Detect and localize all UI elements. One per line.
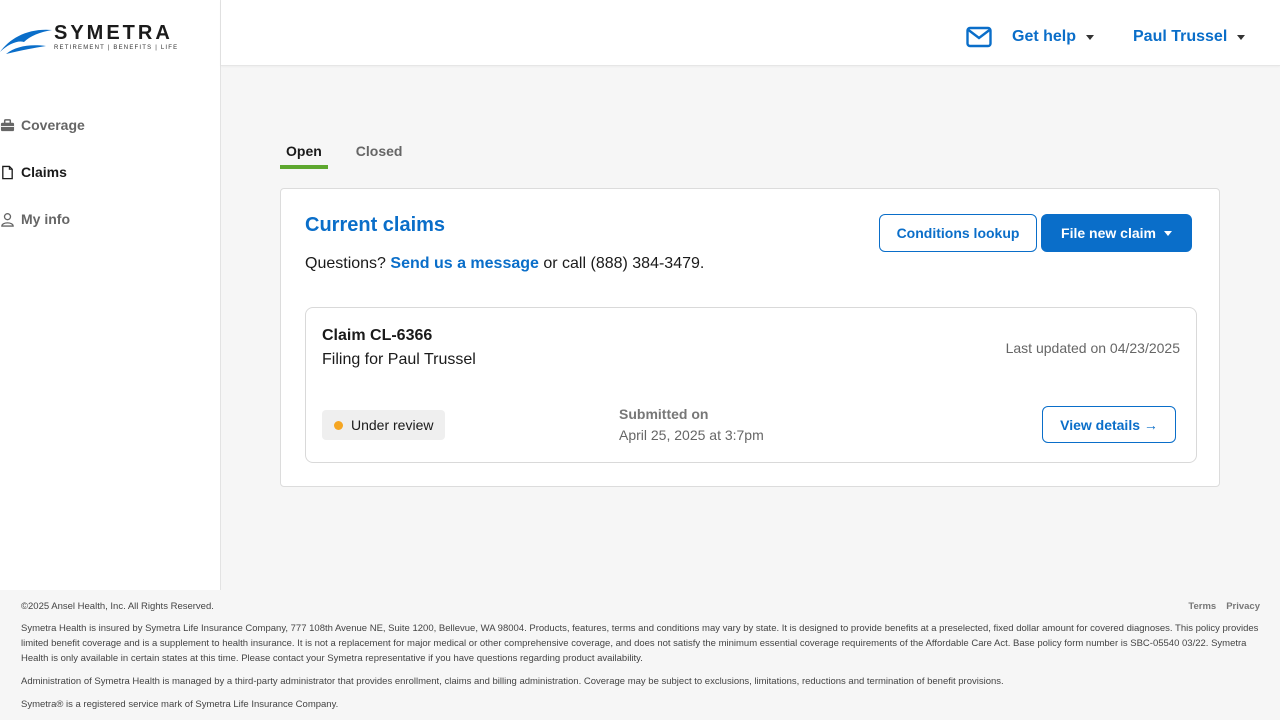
card-title: Current claims <box>305 214 446 236</box>
disclaimer-administration: Administration of Symetra Health is mana… <box>21 676 1004 687</box>
questions-suffix: or call (888) 384-3479. <box>543 255 705 272</box>
copyright: ©2025 Ansel Health, Inc. All Rights Rese… <box>21 601 214 612</box>
status-dot-icon <box>334 420 343 430</box>
file-new-claim-label: File new claim <box>1061 225 1156 241</box>
chevron-down-icon <box>1237 34 1246 40</box>
chevron-down-icon <box>1163 230 1172 236</box>
footer-links: Terms Privacy <box>1188 601 1260 612</box>
file-new-claim-button[interactable]: File new claim <box>1041 214 1192 252</box>
user-icon <box>1 212 14 227</box>
claim-filing-for: Filing for Paul Trussel <box>322 351 476 368</box>
terms-link[interactable]: Terms <box>1188 601 1216 612</box>
document-icon <box>2 165 13 179</box>
sidebar-item-label: Coverage <box>21 117 85 133</box>
conditions-lookup-button[interactable]: Conditions lookup <box>879 214 1037 252</box>
user-name: Paul Trussel <box>1133 28 1228 45</box>
sidebar-item-label: Claims <box>21 164 67 180</box>
disclaimer-trademark: Symetra® is a registered service mark of… <box>21 699 339 710</box>
sidebar-item-my-info[interactable]: My info <box>0 211 70 227</box>
top-bar: Get help Paul Trussel <box>221 0 1280 66</box>
get-help-label: Get help <box>1012 28 1077 45</box>
brand-tagline: RETIREMENT | BENEFITS | LIFE <box>54 45 179 51</box>
sidebar: SYMETRA RETIREMENT | BENEFITS | LIFE Cov… <box>0 0 221 590</box>
privacy-link[interactable]: Privacy <box>1226 601 1260 612</box>
brand-name: SYMETRA <box>54 22 173 44</box>
chevron-down-icon <box>1086 34 1095 40</box>
view-details-button[interactable]: View details → <box>1042 406 1176 443</box>
mail-icon[interactable] <box>966 26 992 48</box>
sidebar-item-claims[interactable]: Claims <box>0 164 67 180</box>
current-claims-card: Current claims Questions? Send us a mess… <box>280 188 1220 487</box>
briefcase-icon <box>0 118 15 131</box>
sidebar-item-label: My info <box>21 211 70 227</box>
user-menu[interactable]: Paul Trussel <box>1133 28 1246 46</box>
submitted-value: April 25, 2025 at 3:7pm <box>619 427 764 443</box>
claims-tabs: Open Closed <box>280 141 408 169</box>
submitted-label: Submitted on <box>619 406 709 422</box>
claim-item: Claim CL-6366 Filing for Paul Trussel La… <box>305 307 1197 463</box>
questions-text: Questions? Send us a message or call (88… <box>305 255 704 273</box>
claim-last-updated: Last updated on 04/23/2025 <box>1005 340 1180 356</box>
bird-logo-icon <box>0 29 52 54</box>
status-label: Under review <box>351 417 434 433</box>
claim-id: Claim CL-6366 <box>322 327 433 344</box>
sidebar-item-coverage[interactable]: Coverage <box>0 117 85 133</box>
symetra-logo[interactable]: SYMETRA RETIREMENT | BENEFITS | LIFE <box>0 22 180 58</box>
send-message-link[interactable]: Send us a message <box>390 255 539 272</box>
tab-open[interactable]: Open <box>280 141 328 169</box>
tab-closed[interactable]: Closed <box>350 141 409 169</box>
questions-prefix: Questions? <box>305 255 386 272</box>
footer: ©2025 Ansel Health, Inc. All Rights Rese… <box>0 590 1280 720</box>
status-badge: Under review <box>322 410 446 440</box>
get-help-menu[interactable]: Get help <box>1012 28 1095 46</box>
disclaimer-insurance: Symetra Health is insured by Symetra Lif… <box>21 623 1259 664</box>
